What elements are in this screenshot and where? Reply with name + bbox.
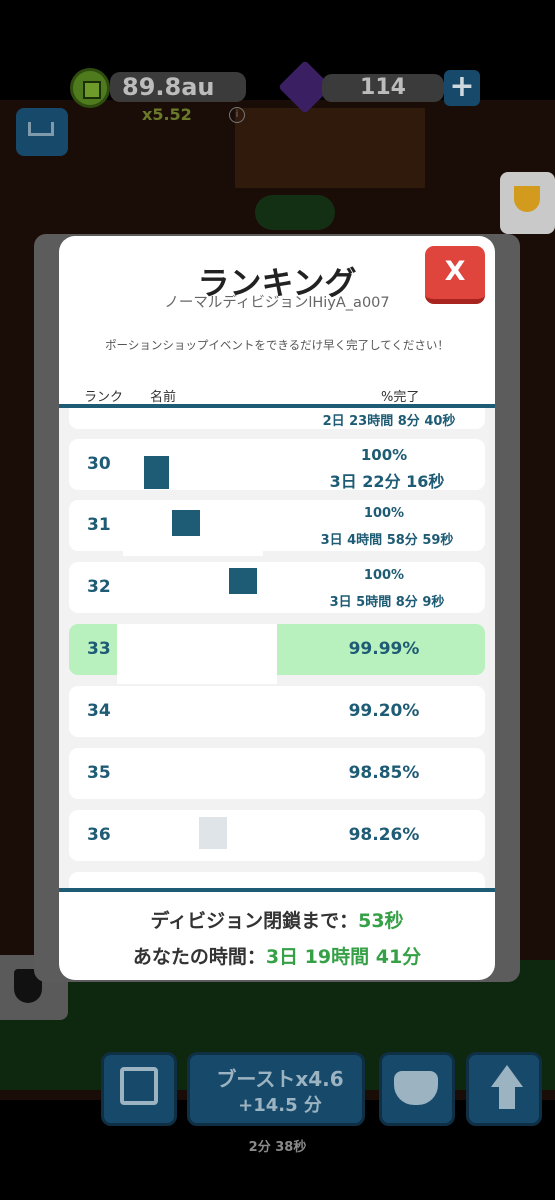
table-row[interactable]	[69, 872, 485, 888]
row-percent: 100%	[360, 446, 408, 464]
ranking-list[interactable]: 2日 23時間 8分 40秒 30 100% 3日 22分 16秒 31 100…	[59, 408, 495, 888]
footer-divider	[59, 888, 495, 892]
table-row[interactable]: 2日 23時間 8分 40秒	[69, 408, 485, 429]
avatar	[199, 817, 227, 849]
gem-counter: 114	[322, 74, 444, 102]
row-rank: 30	[87, 454, 111, 474]
arrow-up-stem	[499, 1087, 515, 1109]
column-header-rank: ランク	[84, 390, 124, 405]
trophy-button[interactable]	[500, 172, 555, 234]
avatar	[229, 568, 257, 594]
row-rank: 36	[87, 825, 111, 845]
row-percent: 98.85%	[348, 763, 420, 783]
coin-icon	[70, 68, 110, 108]
row-time: 3日 22分 16秒	[329, 472, 445, 491]
your-time-label: あなたの時間：	[132, 946, 266, 968]
arrow-up-icon	[491, 1065, 523, 1087]
your-time-info: あなたの時間：3日 19時間 41分	[59, 942, 495, 969]
your-time-value: 3日 19時間 41分	[265, 946, 422, 968]
row-rank: 31	[87, 515, 111, 535]
ranking-modal: ランキング ノーマルディビジョンlHiyA_a007 X ポーションショップイベ…	[59, 236, 495, 980]
closing-value: 53秒	[358, 910, 404, 932]
boost-time: +14.5 分	[238, 1095, 322, 1116]
cauldron-icon	[394, 1071, 438, 1105]
event-timer: 2分 38秒	[248, 1140, 307, 1155]
column-header-name: 名前	[150, 390, 177, 405]
instruction-text: ポーションショップイベントをできるだけ早く完了してください！	[105, 338, 449, 352]
coin-multiplier: x5.52	[142, 105, 192, 124]
trophy-icon	[514, 186, 540, 212]
closing-label: ディビジョン閉鎖まで：	[150, 910, 359, 932]
cart-icon	[28, 122, 54, 136]
table-row[interactable]: 34 99.20%	[69, 686, 485, 737]
division-closing-info: ディビジョン閉鎖まで：53秒	[59, 906, 495, 933]
row-percent: 99.20%	[348, 701, 420, 721]
safe-icon	[120, 1067, 158, 1105]
table-row[interactable]: 32 100% 3日 5時間 8分 9秒	[69, 562, 485, 613]
row-time: 3日 5時間 8分 9秒	[329, 595, 445, 610]
row-rank: 32	[87, 577, 111, 597]
add-gems-button[interactable]: +	[444, 70, 480, 106]
row-rank: 35	[87, 763, 111, 783]
row-percent: 98.26%	[348, 825, 420, 845]
vault-button[interactable]	[101, 1052, 177, 1126]
shop-cart-button[interactable]	[16, 108, 68, 156]
info-icon[interactable]: i	[229, 107, 245, 123]
row-percent: 100%	[363, 568, 405, 583]
avatar	[172, 510, 200, 536]
row-rank: 34	[87, 701, 111, 721]
column-header-percent: %完了	[381, 390, 420, 405]
table-row-self[interactable]: 33 99.99%	[69, 624, 485, 684]
row-percent: 99.99%	[348, 639, 420, 659]
table-row[interactable]: 35 98.85%	[69, 748, 485, 799]
row-time: 3日 4時間 58分 59秒	[320, 533, 454, 548]
redacted-name	[169, 439, 201, 490]
boost-multiplier: x4.6	[295, 1067, 344, 1091]
row-percent: 100%	[363, 506, 405, 521]
row-time: 2日 23時間 8分 40秒	[322, 414, 456, 429]
table-row[interactable]: 36 98.26%	[69, 810, 485, 861]
boost-button[interactable]: ブーストx4.6 +14.5 分	[187, 1052, 365, 1126]
table-row[interactable]: 30 100% 3日 22分 16秒	[69, 439, 485, 491]
redacted-name	[123, 536, 263, 556]
boost-label: ブースト	[216, 1067, 296, 1091]
cauldron-button[interactable]	[379, 1052, 455, 1126]
table-row[interactable]: 31 100% 3日 4時間 58分 59秒	[69, 500, 485, 556]
close-button[interactable]: X	[425, 246, 485, 304]
redacted-name	[117, 624, 277, 684]
boost-title: ブーストx4.6	[200, 1063, 360, 1092]
coin-counter: 89.8au	[110, 72, 246, 102]
upgrade-button[interactable]	[466, 1052, 542, 1126]
